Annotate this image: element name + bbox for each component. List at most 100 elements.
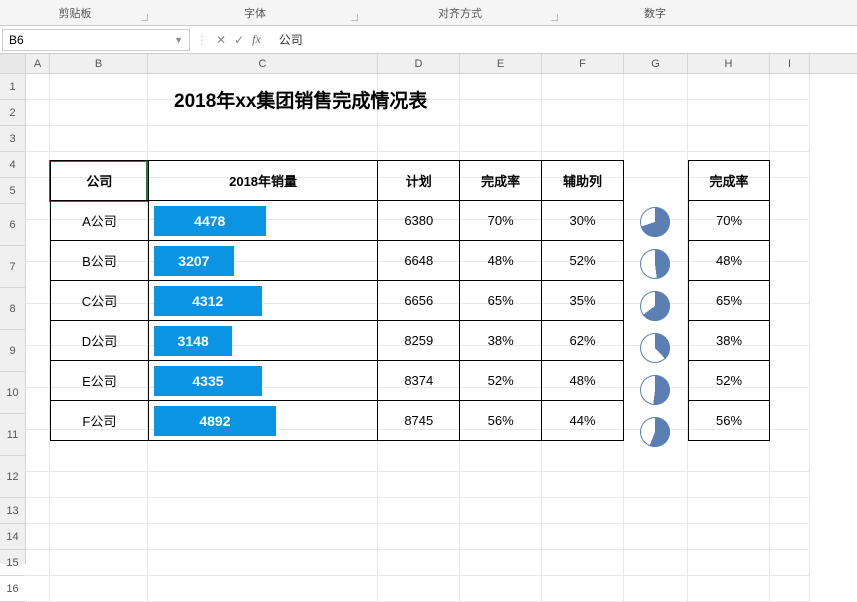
cell-plan[interactable]: 6648 <box>378 241 460 281</box>
row-header-16[interactable]: 16 <box>0 576 25 602</box>
row-header-3[interactable]: 3 <box>0 126 25 152</box>
ribbon-group-align[interactable]: 对齐方式 <box>360 5 560 21</box>
grid-row[interactable] <box>26 126 857 152</box>
cell[interactable] <box>770 74 810 100</box>
cell[interactable] <box>26 304 50 346</box>
cell[interactable] <box>460 472 542 498</box>
cell[interactable] <box>378 576 460 602</box>
table-row[interactable]: 65% <box>689 281 770 321</box>
cell-rate[interactable]: 52% <box>460 361 542 401</box>
cell[interactable] <box>460 498 542 524</box>
cell[interactable] <box>542 550 624 576</box>
cell-company[interactable]: B公司 <box>51 241 149 281</box>
cell-plan[interactable]: 8259 <box>378 321 460 361</box>
row-header-4[interactable]: 4 <box>0 152 25 178</box>
table-row[interactable]: C公司4312665665%35% <box>51 281 624 321</box>
col-header-D[interactable]: D <box>378 54 460 73</box>
cancel-icon[interactable]: ✕ <box>216 33 226 47</box>
cell[interactable] <box>770 388 810 430</box>
col-header-C[interactable]: C <box>148 54 378 73</box>
cell[interactable] <box>378 472 460 498</box>
check-icon[interactable]: ✓ <box>234 33 244 47</box>
col-header-B[interactable]: B <box>50 54 148 73</box>
cell-rate2[interactable]: 52% <box>689 361 770 401</box>
th-company[interactable]: 公司 <box>51 161 149 201</box>
cell-sales-bar[interactable]: 4312 <box>148 281 378 321</box>
cell-company[interactable]: C公司 <box>51 281 149 321</box>
col-header-F[interactable]: F <box>542 54 624 73</box>
grid-row[interactable] <box>26 524 857 550</box>
row-header-9[interactable]: 9 <box>0 330 25 372</box>
ribbon-group-font[interactable]: 字体 <box>150 5 360 21</box>
table-row[interactable]: F公司4892874556%44% <box>51 401 624 441</box>
grid-row[interactable] <box>26 472 857 498</box>
cell[interactable] <box>148 576 378 602</box>
cell[interactable] <box>624 576 688 602</box>
cell[interactable] <box>26 550 50 576</box>
cell[interactable] <box>26 430 50 472</box>
cell[interactable] <box>542 126 624 152</box>
cell[interactable] <box>148 472 378 498</box>
cell[interactable] <box>770 498 810 524</box>
cell[interactable] <box>378 126 460 152</box>
cell[interactable] <box>624 152 688 178</box>
grid-row[interactable] <box>26 100 857 126</box>
cell-rate[interactable]: 70% <box>460 201 542 241</box>
cell[interactable] <box>460 126 542 152</box>
cell-rate[interactable]: 65% <box>460 281 542 321</box>
cell[interactable] <box>770 304 810 346</box>
cell-sales-bar[interactable]: 3148 <box>148 321 378 361</box>
cell[interactable] <box>50 524 148 550</box>
cell[interactable] <box>50 550 148 576</box>
cell[interactable] <box>624 126 688 152</box>
cell-sales-bar[interactable]: 3207 <box>148 241 378 281</box>
cell[interactable] <box>50 126 148 152</box>
cell[interactable] <box>688 576 770 602</box>
cell[interactable] <box>26 498 50 524</box>
cell-aux[interactable]: 62% <box>542 321 624 361</box>
cell[interactable] <box>26 346 50 388</box>
cell-rate2[interactable]: 70% <box>689 201 770 241</box>
row-header-2[interactable]: 2 <box>0 100 25 126</box>
table-row[interactable]: E公司4335837452%48% <box>51 361 624 401</box>
cell-aux[interactable]: 48% <box>542 361 624 401</box>
cell[interactable] <box>542 74 624 100</box>
th-rate2[interactable]: 完成率 <box>689 161 770 201</box>
row-header-5[interactable]: 5 <box>0 178 25 204</box>
cell[interactable] <box>26 524 50 550</box>
cell[interactable] <box>542 524 624 550</box>
row-header-10[interactable]: 10 <box>0 372 25 414</box>
cell[interactable] <box>26 388 50 430</box>
cell[interactable] <box>770 550 810 576</box>
select-all-corner[interactable] <box>0 54 25 74</box>
table-row[interactable]: 70% <box>689 201 770 241</box>
row-header-12[interactable]: 12 <box>0 456 25 498</box>
th-plan[interactable]: 计划 <box>378 161 460 201</box>
cell[interactable] <box>378 550 460 576</box>
cell-sales-bar[interactable]: 4892 <box>148 401 378 441</box>
cell[interactable] <box>460 576 542 602</box>
cell-plan[interactable]: 6656 <box>378 281 460 321</box>
cell[interactable] <box>770 220 810 262</box>
cell-plan[interactable]: 8374 <box>378 361 460 401</box>
cell[interactable] <box>26 262 50 304</box>
cell[interactable] <box>624 498 688 524</box>
table-row[interactable]: A公司4478638070%30% <box>51 201 624 241</box>
col-header-A[interactable]: A <box>26 54 50 73</box>
cell[interactable] <box>688 74 770 100</box>
ribbon-group-clipboard[interactable]: 剪贴板 <box>0 5 150 21</box>
cell-company[interactable]: A公司 <box>51 201 149 241</box>
cell[interactable] <box>688 126 770 152</box>
table-row[interactable]: B公司3207664848%52% <box>51 241 624 281</box>
cell[interactable] <box>688 472 770 498</box>
cell-rate[interactable]: 38% <box>460 321 542 361</box>
th-rate[interactable]: 完成率 <box>460 161 542 201</box>
cell-aux[interactable]: 52% <box>542 241 624 281</box>
cell[interactable] <box>624 74 688 100</box>
cell[interactable] <box>624 524 688 550</box>
cell[interactable] <box>542 472 624 498</box>
cell[interactable] <box>148 524 378 550</box>
cell[interactable] <box>770 178 810 220</box>
cell[interactable] <box>50 472 148 498</box>
cell[interactable] <box>542 498 624 524</box>
